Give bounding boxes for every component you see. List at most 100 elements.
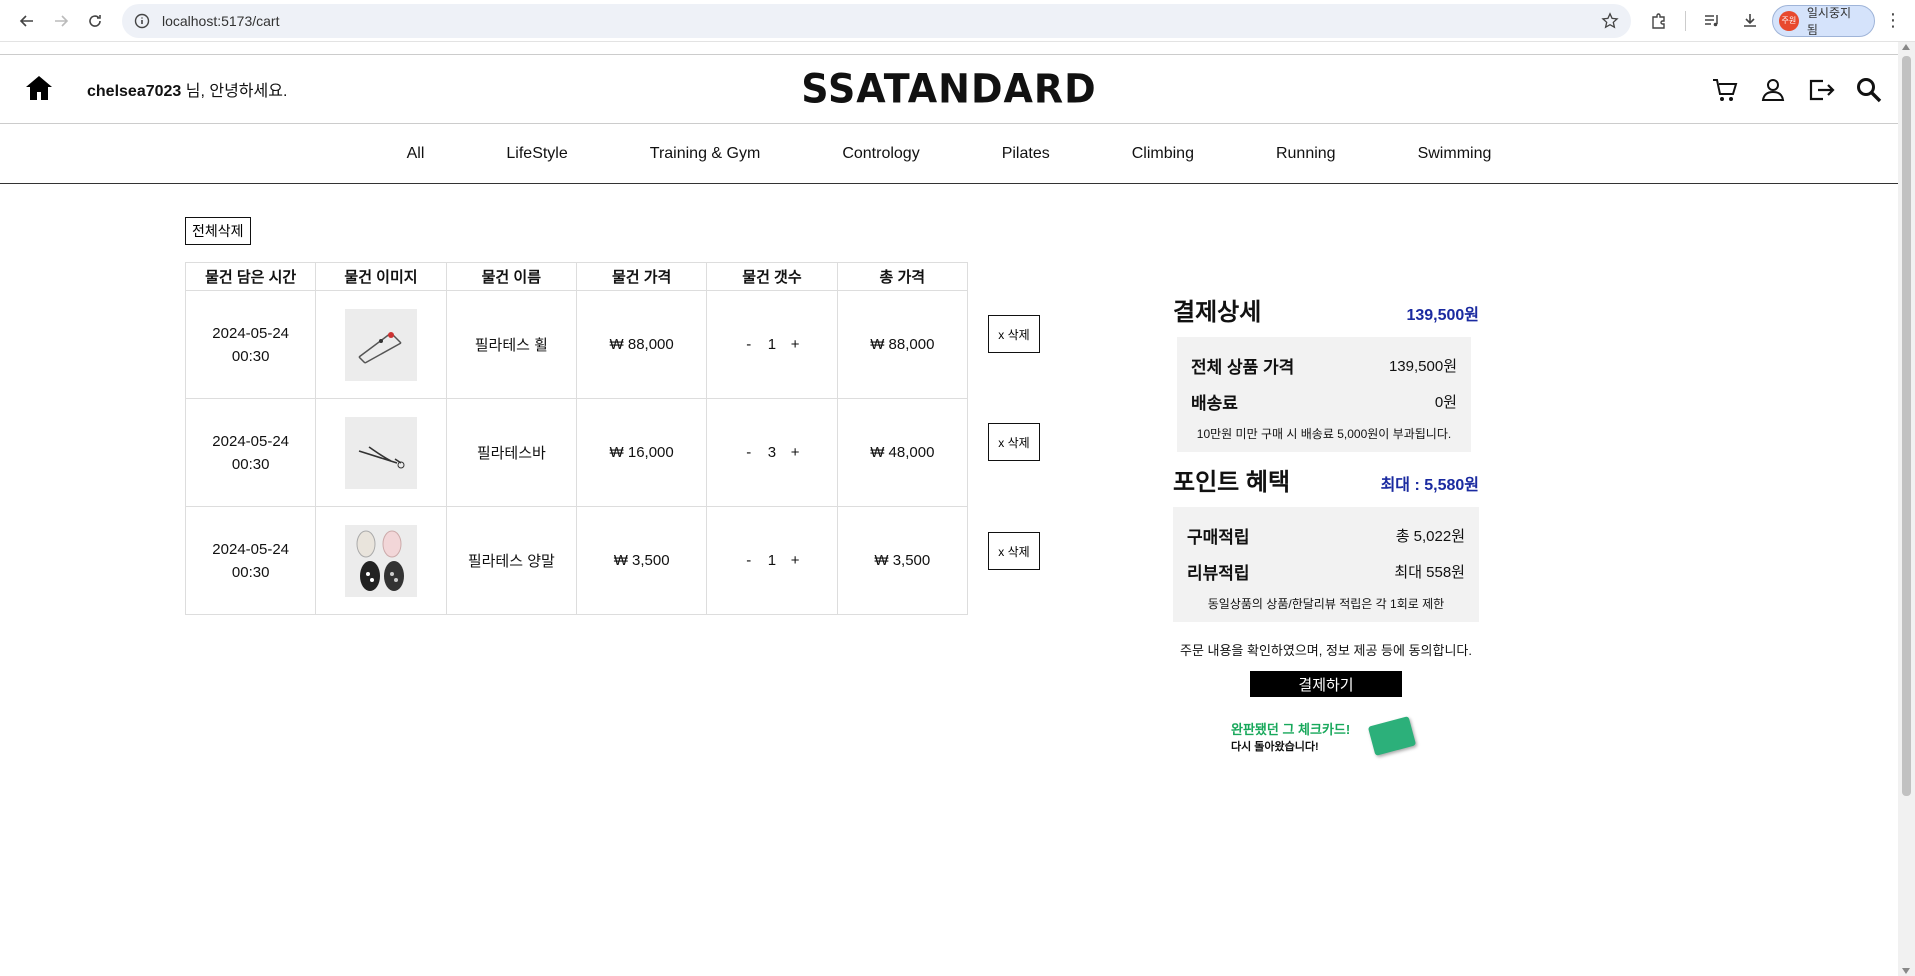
payment-detail-header: 결제상세 139,500원 <box>1173 292 1479 327</box>
arrow-left-icon <box>19 14 33 27</box>
pilates-bar-image <box>358 445 405 468</box>
increase-button[interactable]: + <box>790 552 800 569</box>
product-name[interactable]: 필라테스 양말 <box>445 506 577 615</box>
category-all[interactable]: All <box>366 145 466 163</box>
product-price: ₩ 88,000 <box>575 290 708 399</box>
cart-icon <box>1713 79 1738 101</box>
product-name[interactable]: 필라테스 휠 <box>445 290 577 399</box>
category-running[interactable]: Running <box>1235 145 1377 163</box>
col-added-time: 물건 담은 시간 <box>184 262 317 291</box>
quantity-value: 1 <box>767 336 777 353</box>
product-image-cell <box>315 506 447 615</box>
product-price: ₩ 16,000 <box>575 398 708 507</box>
scroll-down-icon[interactable] <box>1902 968 1910 974</box>
product-name[interactable]: 필라테스바 <box>445 398 577 507</box>
shipping-note: 10만원 미만 구매 시 배송료 5,000원이 부과됩니다. <box>1196 427 1452 441</box>
profile-button[interactable]: 주원 일시중지됨 <box>1771 4 1876 37</box>
logout-button[interactable] <box>1806 75 1836 105</box>
cart-button[interactable] <box>1710 75 1740 105</box>
user-button[interactable] <box>1758 75 1788 105</box>
cart-row: 2024-05-24 00:30 필라테스 양말 ₩ 3,500 -1 + ₩ 3,… <box>184 506 969 615</box>
downloads-button[interactable] <box>1734 5 1766 37</box>
category-pilates[interactable]: Pilates <box>961 145 1091 163</box>
address-bar[interactable]: localhost:5173/cart <box>121 3 1631 38</box>
site-header: chelsea7023 님, 안녕하세요. SSATANDARD <box>0 54 1898 124</box>
added-clock: 00:30 <box>231 455 270 473</box>
scroll-up-icon[interactable] <box>1902 44 1910 50</box>
agreement-text: 주문 내용을 확인하였으며, 정보 제공 등에 동의합니다. <box>1179 643 1472 658</box>
promo-banner[interactable]: 완판됐던 그 체크카드! 다시 돌아왔습니다! <box>1226 715 1426 759</box>
media-button[interactable] <box>1696 5 1728 37</box>
url-text[interactable]: localhost:5173/cart <box>162 13 1601 29</box>
shipping-line: 배송료 0원 <box>1191 383 1457 419</box>
added-date: 2024-05-24 <box>212 432 290 450</box>
added-date: 2024-05-24 <box>212 324 290 342</box>
scrollbar-thumb[interactable] <box>1902 56 1911 796</box>
added-clock: 00:30 <box>231 347 270 365</box>
delete-item-button[interactable]: x 삭제 <box>988 423 1040 461</box>
brand-logo[interactable]: SSATANDARD <box>0 66 1898 112</box>
product-total-label: 전체 상품 가격 <box>1191 357 1295 377</box>
info-icon[interactable] <box>134 13 150 29</box>
pilates-wheel-image <box>358 331 402 364</box>
playlist-icon <box>1704 14 1718 26</box>
user-icon <box>1761 79 1785 101</box>
points-header: 포인트 혜택 최대 : 5,580원 <box>1173 462 1479 497</box>
col-image: 물건 이미지 <box>315 262 447 291</box>
category-lifestyle[interactable]: LifeStyle <box>465 145 608 163</box>
col-total: 총 가격 <box>836 262 969 291</box>
quantity-cell: -3 + <box>706 398 838 507</box>
cart-page: chelsea7023 님, 안녕하세요. SSATANDARD All Lif… <box>0 42 1898 976</box>
product-image[interactable] <box>344 308 417 381</box>
decrease-button[interactable]: - <box>744 552 754 569</box>
review-points-value: 최대 558원 <box>1394 563 1465 581</box>
category-contrology[interactable]: Contrology <box>801 145 960 163</box>
category-climbing[interactable]: Climbing <box>1091 145 1235 163</box>
row-total: ₩ 88,000 <box>836 290 969 399</box>
purchase-points-value: 총 5,022원 <box>1395 527 1465 545</box>
back-button[interactable] <box>10 4 44 38</box>
search-button[interactable] <box>1854 75 1884 105</box>
product-image-cell <box>315 398 447 507</box>
category-swimming[interactable]: Swimming <box>1377 145 1533 163</box>
delete-item-button[interactable]: x 삭제 <box>988 532 1040 570</box>
decrease-button[interactable]: - <box>744 444 754 461</box>
increase-button[interactable]: + <box>790 336 800 353</box>
more-menu-icon[interactable]: ⋮ <box>1881 5 1905 37</box>
profile-avatar: 주원 <box>1778 10 1799 31</box>
product-total-line: 전체 상품 가격 139,500원 <box>1191 347 1457 383</box>
bookmark-star-icon[interactable] <box>1601 11 1619 30</box>
added-time: 2024-05-24 00:30 <box>184 398 317 507</box>
search-icon <box>1857 78 1882 103</box>
decrease-button[interactable]: - <box>744 336 754 353</box>
profile-label: 일시중지됨 <box>1806 5 1852 37</box>
col-name: 물건 이름 <box>445 262 577 291</box>
cart-row: 2024-05-24 00:30 필라테스바 ₩ 16,000 -3 + ₩ 48,… <box>184 398 969 507</box>
banner-line-1: 완판됐던 그 체크카드! <box>1231 722 1351 737</box>
page-scrollbar[interactable] <box>1898 42 1915 976</box>
points-max: 최대 : 5,580원 <box>1380 477 1479 494</box>
category-training-gym[interactable]: Training & Gym <box>609 145 802 163</box>
added-date: 2024-05-24 <box>212 540 290 558</box>
product-image[interactable] <box>344 524 417 597</box>
order-summary: 결제상세 139,500원 전체 상품 가격 139,500원 배송료 0원 1… <box>1173 292 1479 759</box>
delete-item-button[interactable]: x 삭제 <box>988 315 1040 353</box>
pay-button[interactable]: 결제하기 <box>1250 671 1402 697</box>
cart-row: 2024-05-24 00:30 필라테스 휠 ₩ 88,000 -1 + ₩ 88… <box>184 290 969 399</box>
product-total-value: 139,500원 <box>1388 357 1457 375</box>
product-image[interactable] <box>344 416 417 489</box>
added-time: 2024-05-24 00:30 <box>184 290 317 399</box>
product-price: ₩ 3,500 <box>575 506 708 615</box>
points-note: 동일상품의 상품/한달리뷰 적립은 각 1회로 제한 <box>1207 597 1445 611</box>
cart-table: 물건 담은 시간 물건 이미지 물건 이름 물건 가격 물건 갯수 총 가격 2… <box>184 262 969 615</box>
row-total: ₩ 3,500 <box>836 506 969 615</box>
banner-line-2: 다시 돌아왔습니다! <box>1231 741 1319 753</box>
delete-all-button[interactable]: 전체삭제 <box>185 217 251 245</box>
header-icons <box>1710 75 1884 105</box>
extensions-button[interactable] <box>1643 5 1675 37</box>
forward-button[interactable] <box>44 4 78 38</box>
col-qty: 물건 갯수 <box>706 262 838 291</box>
increase-button[interactable]: + <box>790 444 800 461</box>
reload-button[interactable] <box>78 4 112 38</box>
pilates-socks-image <box>356 530 404 591</box>
